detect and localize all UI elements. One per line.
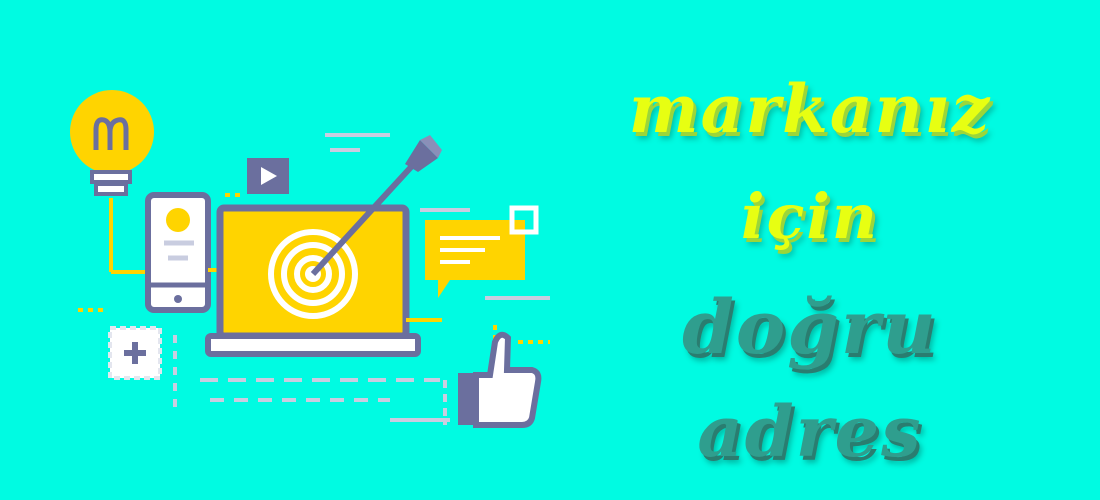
lightbulb-icon xyxy=(70,90,154,274)
chat-bubble-icon xyxy=(425,205,539,298)
slogan: markanız için doğru adres xyxy=(560,60,1060,480)
thumbs-up-icon xyxy=(458,331,542,428)
marketing-illustration xyxy=(70,90,550,428)
slogan-line-3: doğru xyxy=(682,285,938,371)
slogan-line-2: için xyxy=(741,180,879,253)
banner: markanız için doğru adres xyxy=(0,0,1100,500)
plus-icon xyxy=(108,326,162,380)
play-icon xyxy=(247,158,289,194)
slogan-line-4: adres xyxy=(697,390,923,473)
slogan-line-1: markanız xyxy=(628,70,992,148)
